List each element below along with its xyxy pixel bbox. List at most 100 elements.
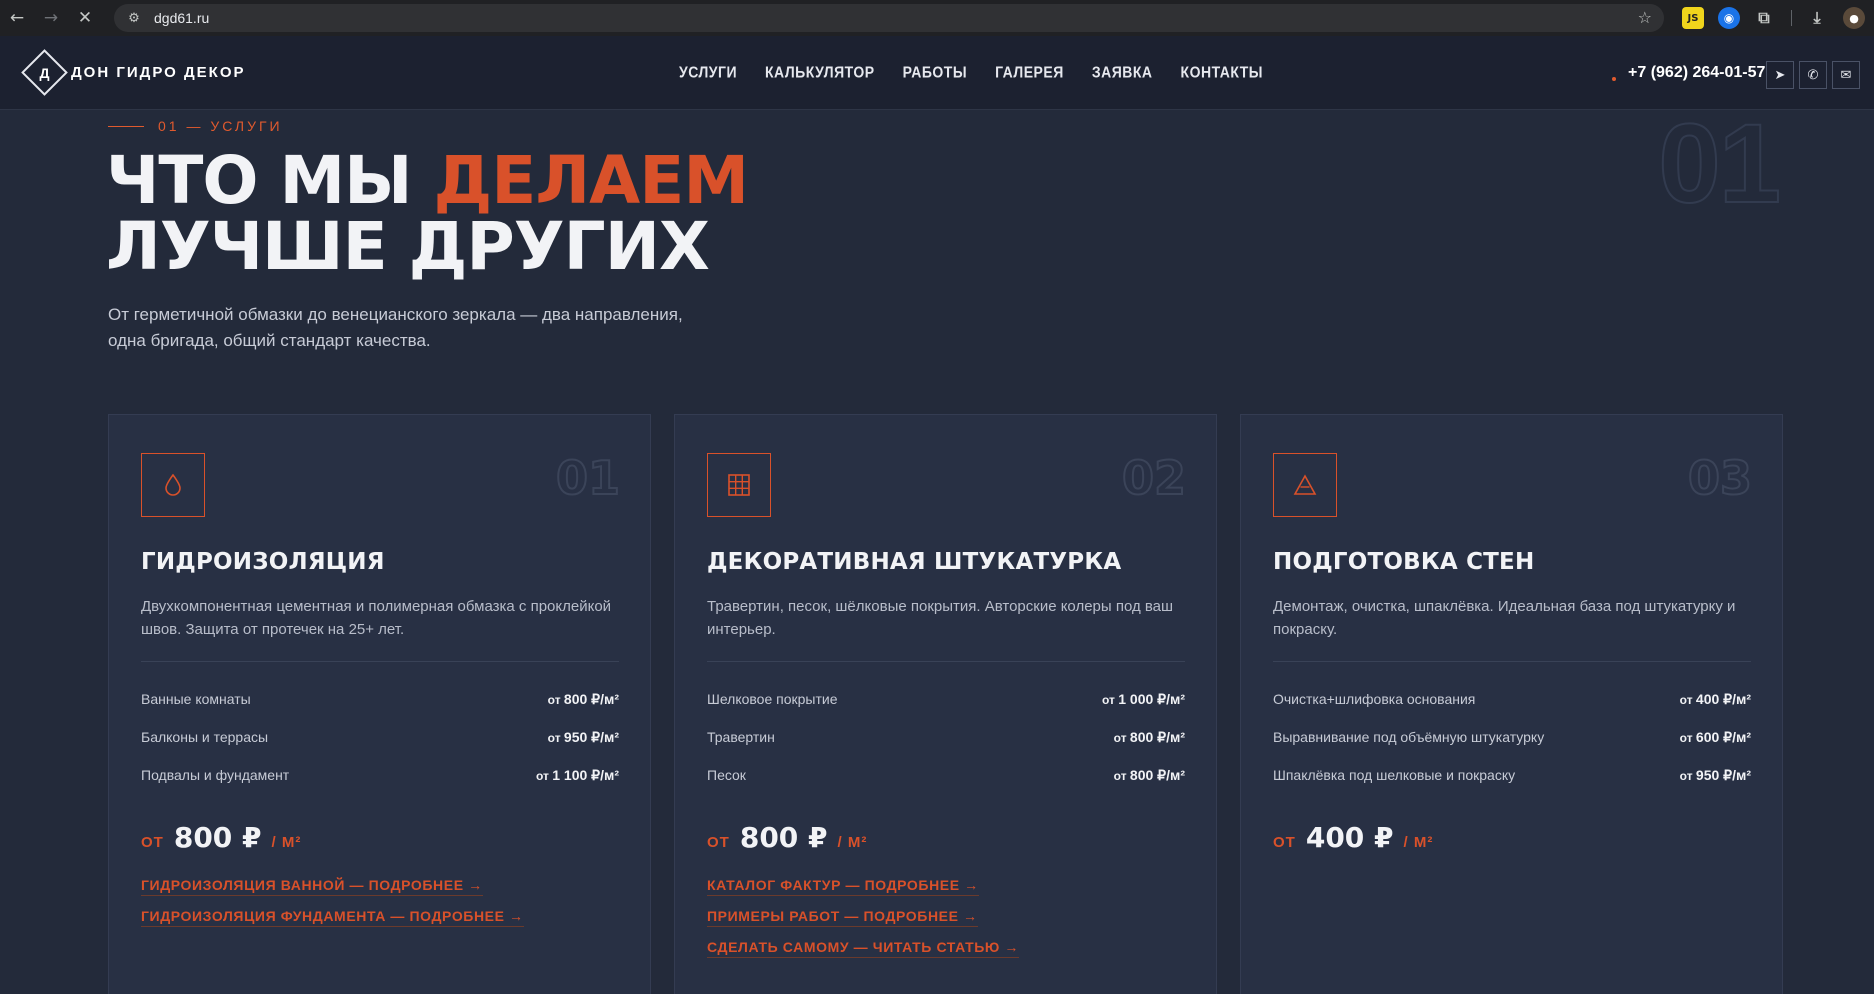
nav-item-request[interactable]: ЗАЯВКА xyxy=(1092,63,1153,81)
price-row: Балконы и террасы от 950 ₽/м² xyxy=(141,729,619,746)
card-divider xyxy=(1273,661,1751,662)
forward-button[interactable]: → xyxy=(34,0,68,36)
price-prefix: от xyxy=(1113,731,1130,745)
price-amount: 800 ₽/м² xyxy=(1129,729,1185,745)
eyebrow-line xyxy=(108,126,144,127)
link-work-examples[interactable]: ПРИМЕРЫ РАБОТ — ПОДРОБНЕЕ → xyxy=(707,908,978,927)
card-icon-box xyxy=(1273,453,1337,517)
from-unit: / М² xyxy=(271,834,302,851)
eye-extension-icon[interactable]: ◉ xyxy=(1718,7,1740,29)
card-title: ГИДРОИЗОЛЯЦИЯ xyxy=(141,549,385,575)
price-amount: 400 ₽/м² xyxy=(1695,691,1751,707)
triangle-icon xyxy=(1293,474,1317,495)
from-label: ОТ xyxy=(1273,834,1296,851)
price-row: Травертин от 800 ₽/м² xyxy=(707,729,1185,746)
price-label: Очистка+шлифовка основания xyxy=(1273,691,1476,707)
card-icon-box xyxy=(141,453,205,517)
stop-button[interactable]: ✕ xyxy=(68,0,102,36)
link-texture-catalog[interactable]: КАТАЛОГ ФАКТУР — ПОДРОБНЕЕ → xyxy=(707,877,979,896)
price-label: Шелковое покрытие xyxy=(707,691,838,707)
price-prefix: от xyxy=(1102,693,1119,707)
url-text: dgd61.ru xyxy=(154,10,210,26)
card-icon-box xyxy=(707,453,771,517)
telegram-icon[interactable]: ➤ xyxy=(1766,61,1794,89)
price-row: Очистка+шлифовка основания от 400 ₽/м² xyxy=(1273,691,1751,708)
title-line2: ЛУЧШЕ ДРУГИХ xyxy=(106,208,710,285)
price-row: Подвалы и фундамент от 1 100 ₽/м² xyxy=(141,767,619,784)
price-value: от 600 ₽/м² xyxy=(1680,729,1751,746)
bookmark-star-icon[interactable]: ☆ xyxy=(1638,8,1652,27)
card-description: Двухкомпонентная цементная и полимерная … xyxy=(141,598,612,638)
link-diy-article[interactable]: СДЕЛАТЬ САМОМУ — ЧИТАТЬ СТАТЬЮ → xyxy=(707,939,1020,958)
hero-subtitle: От герметичной обмазки до венецианского … xyxy=(108,302,708,354)
extensions-puzzle-icon[interactable]: ⧉ xyxy=(1753,7,1775,29)
price-amount: 800 ₽/м² xyxy=(563,691,619,707)
whatsapp-icon[interactable]: ✆ xyxy=(1799,61,1827,89)
from-amount: 800 ₽ xyxy=(739,821,828,854)
card-description: Травертин, песок, шёлковые покрытия. Авт… xyxy=(707,598,1174,638)
back-button[interactable]: ← xyxy=(0,0,34,36)
price-value: от 1 000 ₽/м² xyxy=(1102,691,1185,708)
from-label: ОТ xyxy=(707,834,730,851)
starting-price: ОТ 800 ₽ / М² xyxy=(707,821,867,854)
nav-item-services[interactable]: УСЛУГИ xyxy=(679,63,737,81)
price-prefix: от xyxy=(547,731,564,745)
price-value: от 800 ₽/м² xyxy=(1114,729,1185,746)
nav-item-works[interactable]: РАБОТЫ xyxy=(903,63,967,81)
card-divider xyxy=(707,661,1185,662)
phone-status-dot xyxy=(1612,77,1616,81)
phone-link[interactable]: +7 (962) 264-01-57 xyxy=(1628,64,1765,82)
price-row: Песок от 800 ₽/м² xyxy=(707,767,1185,784)
from-unit: / М² xyxy=(1403,834,1434,851)
from-unit: / М² xyxy=(837,834,868,851)
price-label: Выравнивание под объёмную штукатурку xyxy=(1273,729,1545,745)
price-row: Выравнивание под объёмную штукатурку от … xyxy=(1273,729,1751,746)
price-value: от 950 ₽/м² xyxy=(1680,767,1751,784)
card-title: ПОДГОТОВКА СТЕН xyxy=(1273,549,1535,575)
card-number: 03 xyxy=(1687,450,1753,506)
site-header: Д ДОН ГИДРО ДЕКОР УСЛУГИ КАЛЬКУЛЯТОР РАБ… xyxy=(0,36,1874,110)
address-bar[interactable]: ⚙ dgd61.ru ☆ xyxy=(114,4,1664,32)
price-prefix: от xyxy=(1679,731,1696,745)
subtitle-line1: От герметичной обмазки до венецианского … xyxy=(108,305,683,324)
service-card-wall-prep: 03 ПОДГОТОВКА СТЕН Демонтаж, очистка, шп… xyxy=(1240,414,1783,994)
price-label: Ванные комнаты xyxy=(141,691,251,707)
js-extension-icon[interactable]: JS xyxy=(1682,7,1704,29)
link-bathroom-waterproofing[interactable]: ГИДРОИЗОЛЯЦИЯ ВАННОЙ — ПОДРОБНЕЕ → xyxy=(141,877,483,896)
price-amount: 1 100 ₽/м² xyxy=(552,767,619,783)
site-settings-icon[interactable]: ⚙ xyxy=(126,10,142,26)
main-nav: УСЛУГИ КАЛЬКУЛЯТОР РАБОТЫ ГАЛЕРЕЯ ЗАЯВКА… xyxy=(679,63,1263,81)
drop-icon xyxy=(165,473,181,496)
arrow-left-icon: ← xyxy=(9,8,25,28)
price-value: от 950 ₽/м² xyxy=(548,729,619,746)
nav-item-contacts[interactable]: КОНТАКТЫ xyxy=(1181,63,1263,81)
service-card-waterproofing: 01 ГИДРОИЗОЛЯЦИЯ Двухкомпонентная цемент… xyxy=(108,414,651,994)
from-amount: 400 ₽ xyxy=(1305,821,1394,854)
price-value: от 400 ₽/м² xyxy=(1680,691,1751,708)
price-label: Песок xyxy=(707,767,746,783)
card-number: 01 xyxy=(555,450,621,506)
price-amount: 800 ₽/м² xyxy=(1129,767,1185,783)
price-prefix: от xyxy=(536,769,553,783)
card-divider xyxy=(141,661,619,662)
price-label: Балконы и террасы xyxy=(141,729,269,745)
logo-text[interactable]: ДОН ГИДРО ДЕКОР xyxy=(71,64,246,81)
logo-letter[interactable]: Д xyxy=(28,56,61,89)
download-icon[interactable]: ⤓ xyxy=(1806,7,1828,29)
subtitle-line2: одна бригада, общий стандарт качества. xyxy=(108,331,431,350)
nav-item-calculator[interactable]: КАЛЬКУЛЯТОР xyxy=(765,63,875,81)
price-label: Подвалы и фундамент xyxy=(141,767,290,783)
chat-icon[interactable]: ✉ xyxy=(1832,61,1860,89)
link-foundation-waterproofing[interactable]: ГИДРОИЗОЛЯЦИЯ ФУНДАМЕНТА — ПОДРОБНЕЕ → xyxy=(141,908,524,927)
profile-avatar[interactable]: ● xyxy=(1843,7,1865,29)
from-label: ОТ xyxy=(141,834,164,851)
section-eyebrow: 01 — УСЛУГИ xyxy=(158,118,283,134)
nav-item-gallery[interactable]: ГАЛЕРЕЯ xyxy=(995,63,1064,81)
card-number: 02 xyxy=(1121,450,1187,506)
section-big-number: 01 xyxy=(1657,101,1782,226)
price-amount: 1 000 ₽/м² xyxy=(1118,691,1185,707)
arrow-right-icon: → xyxy=(43,8,59,28)
toolbar-separator xyxy=(1791,10,1792,26)
price-prefix: от xyxy=(1113,769,1130,783)
from-amount: 800 ₽ xyxy=(173,821,262,854)
